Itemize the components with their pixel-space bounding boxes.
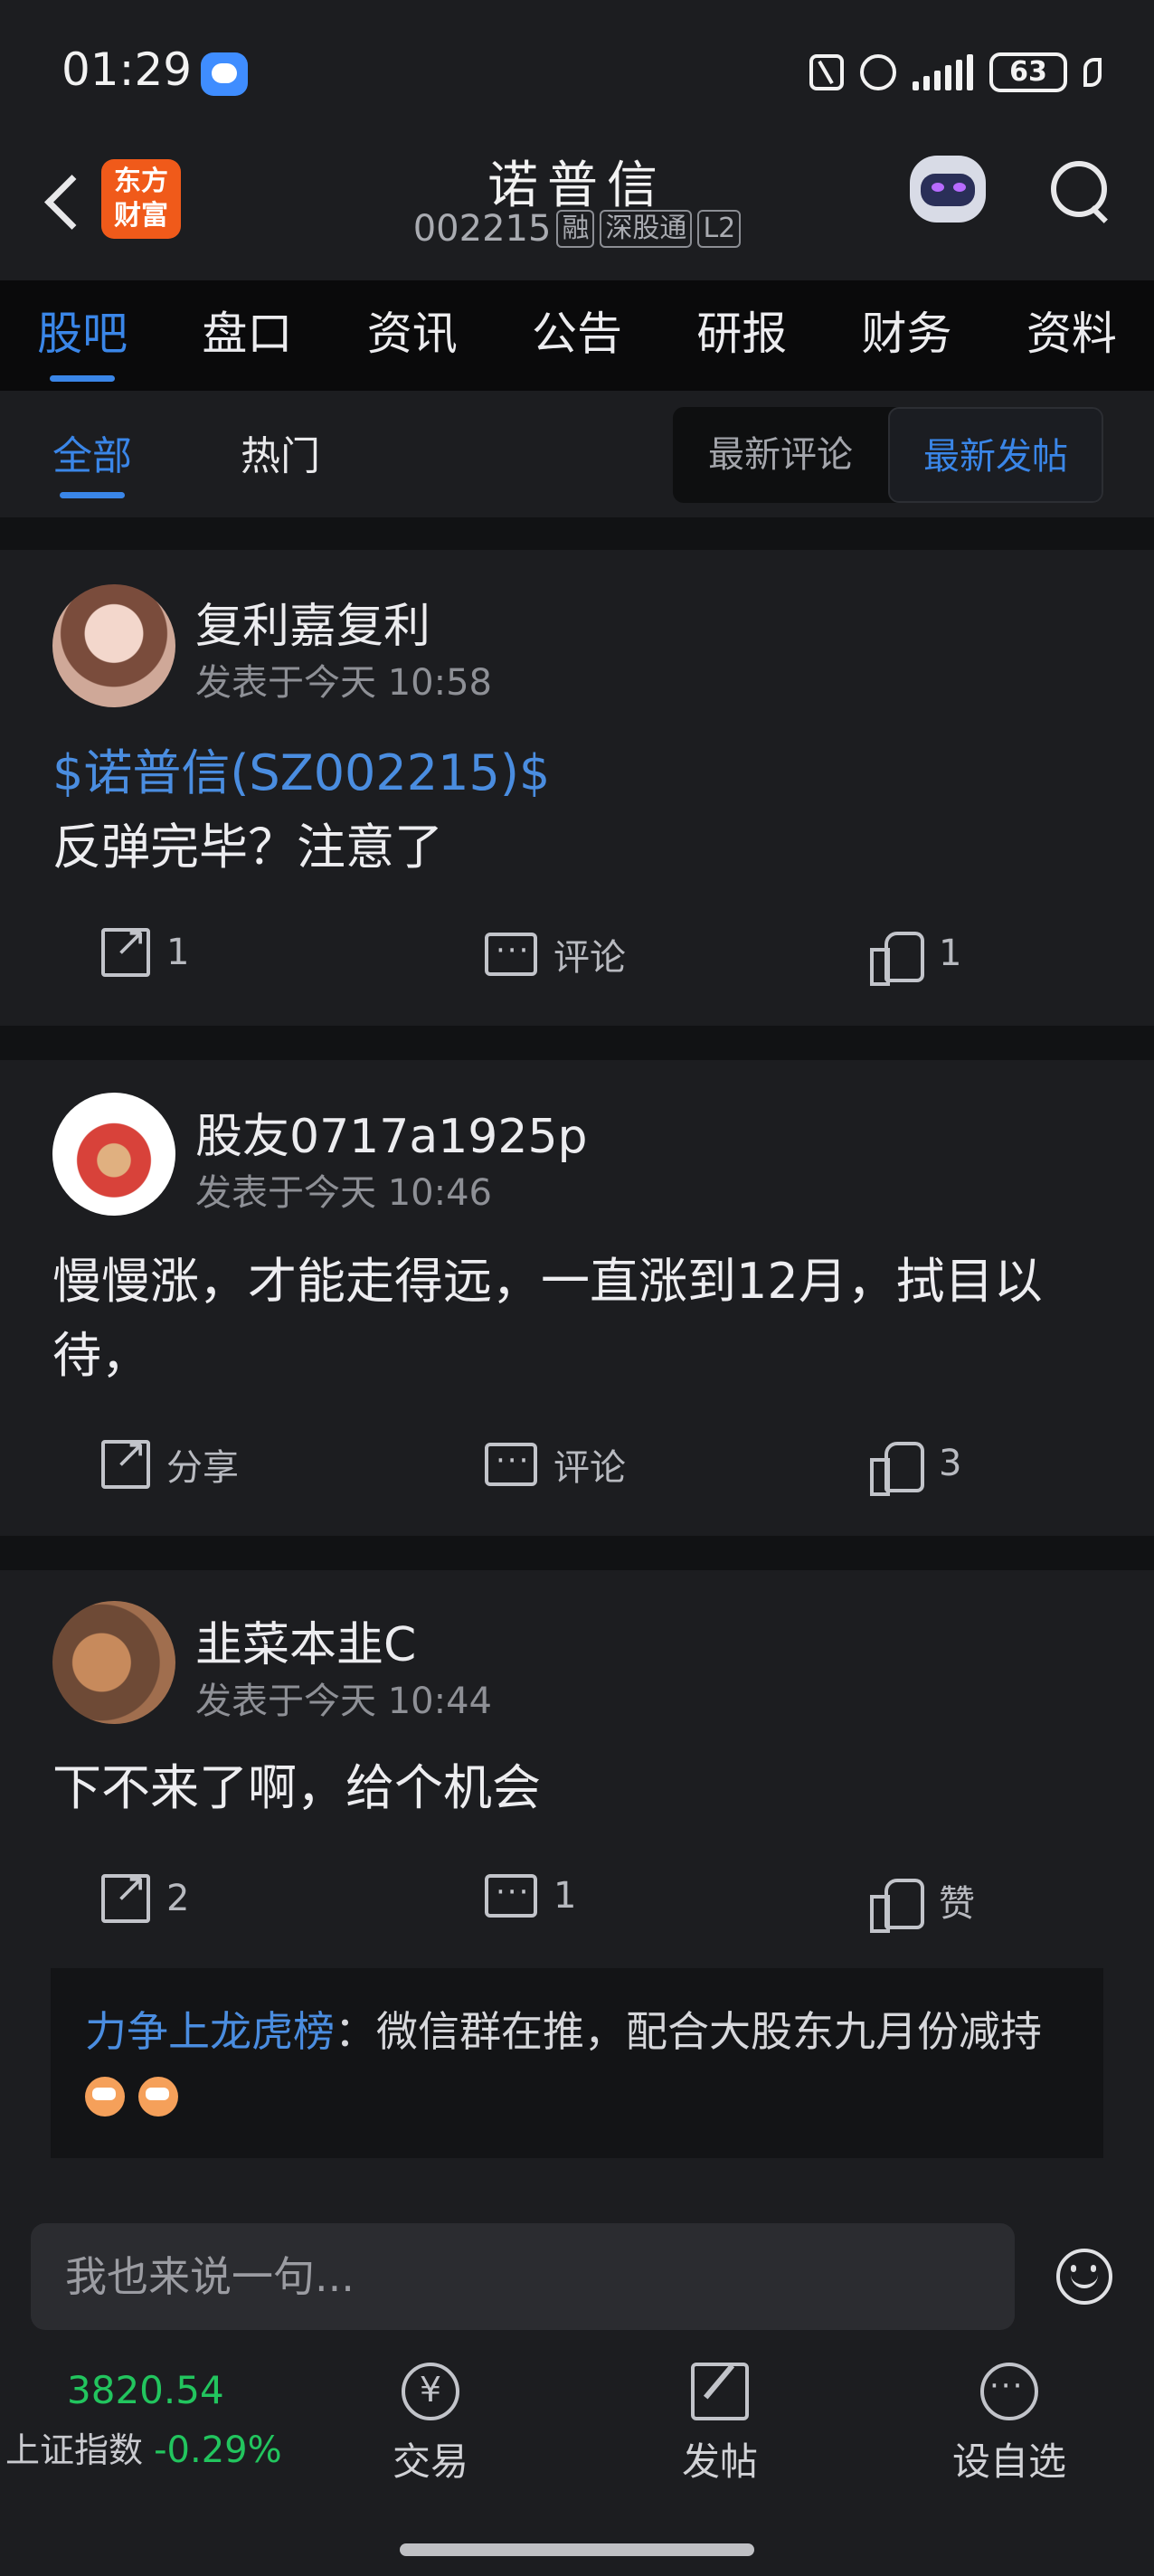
comment-button[interactable]: 评论 [485,928,626,980]
shocked-emoji-icon [85,2076,125,2117]
sort-latest-post[interactable]: 最新发帖 [888,407,1103,503]
thumbs-up-icon [870,928,924,986]
status-icons: 63 [809,52,1102,92]
status-time: 01:29 [61,43,193,96]
post-text: 下不来了啊，给个机会 [52,1759,541,1816]
avatar[interactable] [52,1093,175,1216]
avatar[interactable] [52,1601,175,1724]
tab-announcements[interactable]: 公告 [495,280,659,391]
shocked-emoji-icon [137,2076,178,2117]
post-card[interactable]: 股友0717a1925p 发表于今天 10:46 慢慢涨，才能走得远，一直涨到1… [0,1060,1154,1536]
sort-latest-comment[interactable]: 最新评论 [673,407,888,503]
reply-text: ：微信群在推，配合大股东九月份减持 [335,2007,1042,2056]
post-author[interactable]: 股友0717a1925p [195,1098,588,1166]
stock-link[interactable]: $诺普信(SZ002215)$ [52,736,1102,810]
stock-header: 东方财富 诺普信 002215 融 深股通 L2 [0,136,1154,280]
post-text: 慢慢涨，才能走得远，一直涨到12月，拭目以待， [52,1253,1043,1384]
edit-icon [691,2363,749,2420]
trade-icon [402,2363,459,2420]
post-time: 发表于今天 10:58 [195,662,492,704]
comment-bar [0,2203,1154,2348]
tab-financials[interactable]: 财务 [824,280,988,391]
home-indicator[interactable] [400,2543,754,2556]
tag-connect: 深股通 [600,210,693,248]
post-author[interactable]: 韭菜本韭C [195,1606,416,1674]
more-icon [980,2363,1038,2420]
nfc-icon [809,54,844,90]
tab-research[interactable]: 研报 [659,280,824,391]
subtab-hot[interactable]: 热门 [241,423,320,481]
thumbs-up-icon [870,1438,924,1496]
status-bar: 01:29 63 [0,0,1154,136]
comment-icon [485,1874,537,1918]
ai-assistant-icon[interactable] [901,143,995,237]
thumbs-up-icon [870,1875,924,1933]
like-button[interactable]: 赞 [870,1874,975,1933]
message-notification-icon [201,52,248,96]
bottom-bar: 3820.54 上证指数 -0.29% 交易 发帖 设自选 [0,2348,1154,2576]
tag-l2: L2 [697,210,742,248]
post-card[interactable]: 复利嘉复利 发表于今天 10:58 $诺普信(SZ002215)$ 反弹完毕？注… [0,550,1154,1026]
index-name: 上证指数 [5,2430,144,2470]
subtab-all[interactable]: 全部 [52,423,132,498]
share-icon [101,1865,150,1923]
tag-margin: 融 [556,210,595,248]
comment-icon [485,933,537,976]
post-text: 反弹完毕？注意了 [52,819,443,876]
tab-pankou[interactable]: 盘口 [165,280,329,391]
share-button[interactable]: 分享 [101,1431,239,1491]
stock-code: 002215 [412,208,552,250]
index-change: -0.29% [154,2429,282,2471]
like-button[interactable]: 1 [870,928,961,986]
comment-input[interactable] [31,2223,1015,2330]
tab-guba[interactable]: 股吧 [0,280,165,391]
add-favorite-button[interactable]: 设自选 [919,2363,1100,2486]
post-time: 发表于今天 10:46 [195,1172,492,1214]
share-icon [101,1431,150,1489]
post-button[interactable]: 发帖 [629,2363,810,2486]
reply-preview[interactable]: 力争上龙虎榜：微信群在推，配合大股东九月份减持 [51,1968,1103,2158]
avatar[interactable] [52,584,175,707]
post-time: 发表于今天 10:44 [195,1681,492,1722]
index-ticker[interactable]: 上证指数 -0.29% [5,2422,282,2472]
share-icon [101,919,150,977]
tab-news[interactable]: 资讯 [330,280,495,391]
tab-profile[interactable]: 资料 [989,280,1154,391]
share-button[interactable]: 1 [101,919,189,977]
main-tabs: 股吧 盘口 资讯 公告 研报 财务 资料 [0,280,1154,391]
alarm-icon [860,54,896,90]
comment-icon [485,1443,537,1486]
comment-button[interactable]: 评论 [485,1438,626,1491]
battery-indicator: 63 [989,52,1067,92]
like-button[interactable]: 3 [870,1438,961,1496]
sub-tabs: 全部 热门 最新评论 最新发帖 [0,391,1154,517]
search-icon[interactable] [1044,154,1116,226]
share-button[interactable]: 2 [101,1865,189,1923]
sort-toggle: 最新评论 最新发帖 [673,407,1103,503]
comment-button[interactable]: 1 [485,1874,576,1918]
power-saving-icon [1083,58,1102,87]
emoji-icon[interactable] [1056,2249,1112,2305]
signal-icon [913,54,973,90]
post-author[interactable]: 复利嘉复利 [195,588,430,656]
reply-author[interactable]: 力争上龙虎榜 [85,2007,335,2056]
trade-button[interactable]: 交易 [340,2363,521,2486]
index-value[interactable]: 3820.54 [67,2368,224,2412]
